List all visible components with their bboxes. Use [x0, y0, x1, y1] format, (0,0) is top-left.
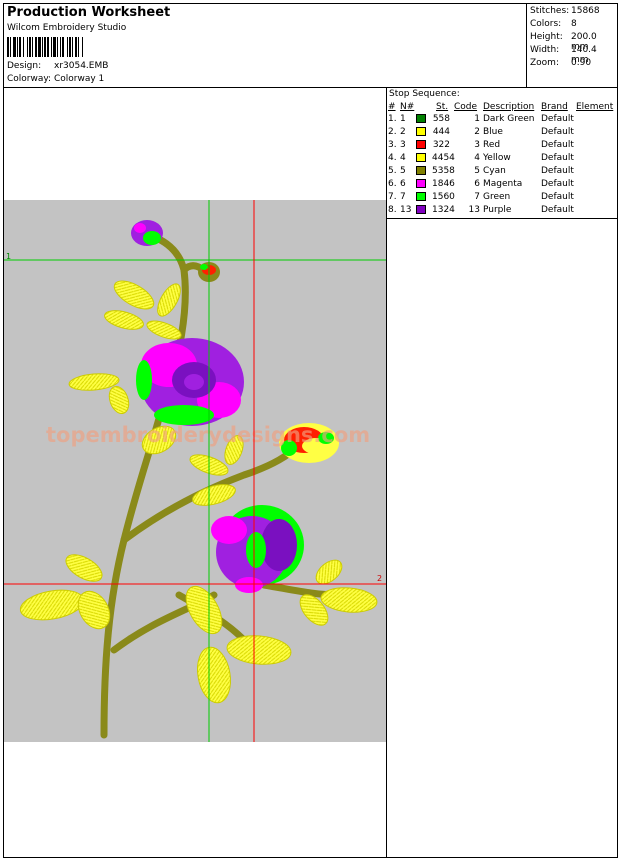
row-stitches: 1324	[432, 205, 455, 215]
colorway-value: Colorway 1	[54, 74, 105, 84]
row-num: 1.	[388, 114, 397, 124]
row-code: 6	[474, 179, 480, 189]
color-swatch	[416, 140, 426, 149]
row-brand: Default	[541, 166, 574, 176]
row-code: 5	[474, 166, 480, 176]
row-code: 2	[474, 127, 480, 137]
stop-sequence-row: 6. 6 1846 6 Magenta Default	[388, 179, 616, 192]
stop-sequence-row: 4. 4 4454 4 Yellow Default	[388, 153, 616, 166]
row-stitches: 444	[432, 127, 450, 137]
row-needle: 4	[400, 153, 406, 163]
stop-sequence-row: 7. 7 1560 7 Green Default	[388, 192, 616, 205]
row-stitches: 5358	[432, 166, 455, 176]
color-swatch	[416, 192, 426, 201]
col-header-description: Description	[483, 102, 535, 112]
stop-sequence-row: 2. 2 444 2 Blue Default	[388, 127, 616, 140]
stop-sequence-row: 8. 13 1324 13 Purple Default	[388, 205, 616, 218]
row-stitches: 322	[432, 140, 450, 150]
row-brand: Default	[541, 140, 574, 150]
row-code: 1	[474, 114, 480, 124]
row-brand: Default	[541, 205, 574, 215]
row-needle: 2	[400, 127, 406, 137]
color-swatch	[416, 127, 426, 136]
row-brand: Default	[541, 114, 574, 124]
stats-divider	[526, 3, 527, 88]
row-description: Cyan	[483, 166, 506, 176]
row-code: 4	[474, 153, 480, 163]
row-needle: 1	[400, 114, 406, 124]
design-value: xr3054.EMB	[54, 61, 109, 71]
guide-label-1: 1	[6, 252, 12, 261]
col-header-brand: Brand	[541, 102, 568, 112]
table-divider	[386, 218, 618, 219]
color-swatch	[416, 205, 426, 214]
row-num: 6.	[388, 179, 397, 189]
row-num: 8.	[388, 205, 397, 215]
watermark-text: topembroiderydesigns.com	[46, 423, 370, 447]
color-swatch	[416, 166, 426, 175]
row-needle: 7	[400, 192, 406, 202]
row-needle: 6	[400, 179, 406, 189]
design-preview: topembroiderydesigns.com	[4, 200, 386, 742]
color-swatch	[416, 179, 426, 188]
row-num: 3.	[388, 140, 397, 150]
row-description: Yellow	[483, 153, 511, 163]
worksheet-title: Production Worksheet	[7, 5, 171, 20]
embroidery-design-image: topembroiderydesigns.com	[4, 200, 386, 742]
color-swatch	[416, 114, 426, 123]
col-header-element: Element	[576, 102, 614, 112]
row-brand: Default	[541, 153, 574, 163]
col-header-code: Code	[454, 102, 478, 112]
row-brand: Default	[541, 192, 574, 202]
row-description: Dark Green	[483, 114, 535, 124]
guide-label-2: 2	[377, 574, 383, 583]
colorway-label: Colorway:	[7, 74, 52, 84]
row-brand: Default	[541, 127, 574, 137]
row-num: 5.	[388, 166, 397, 176]
barcode-image	[7, 37, 131, 57]
row-description: Magenta	[483, 179, 523, 189]
stop-sequence-row: 3. 3 322 3 Red Default	[388, 140, 616, 153]
col-header-nn: N#	[400, 102, 415, 112]
row-num: 2.	[388, 127, 397, 137]
row-stitches: 4454	[432, 153, 455, 163]
row-stitches: 558	[432, 114, 450, 124]
row-num: 7.	[388, 192, 397, 202]
row-brand: Default	[541, 179, 574, 189]
software-name: Wilcom Embroidery Studio	[7, 23, 127, 33]
stop-sequence-row: 5. 5 5358 5 Cyan Default	[388, 166, 616, 179]
row-code: 7	[474, 192, 480, 202]
row-needle: 3	[400, 140, 406, 150]
row-code: 3	[474, 140, 480, 150]
column-divider	[386, 88, 387, 858]
design-label: Design:	[7, 61, 42, 71]
row-needle: 5	[400, 166, 406, 176]
row-stitches: 1846	[432, 179, 455, 189]
row-num: 4.	[388, 153, 397, 163]
row-description: Green	[483, 192, 511, 202]
col-header-num: #	[388, 102, 396, 112]
row-description: Purple	[483, 205, 512, 215]
col-header-st: St.	[436, 102, 449, 112]
color-swatch	[416, 153, 426, 162]
stop-sequence-title: Stop Sequence:	[389, 89, 460, 99]
row-code: 13	[468, 205, 480, 215]
row-needle: 13	[400, 205, 412, 215]
row-description: Red	[483, 140, 501, 150]
row-description: Blue	[483, 127, 503, 137]
stop-sequence-row: 1. 1 558 1 Dark Green Default	[388, 114, 616, 127]
row-stitches: 1560	[432, 192, 455, 202]
